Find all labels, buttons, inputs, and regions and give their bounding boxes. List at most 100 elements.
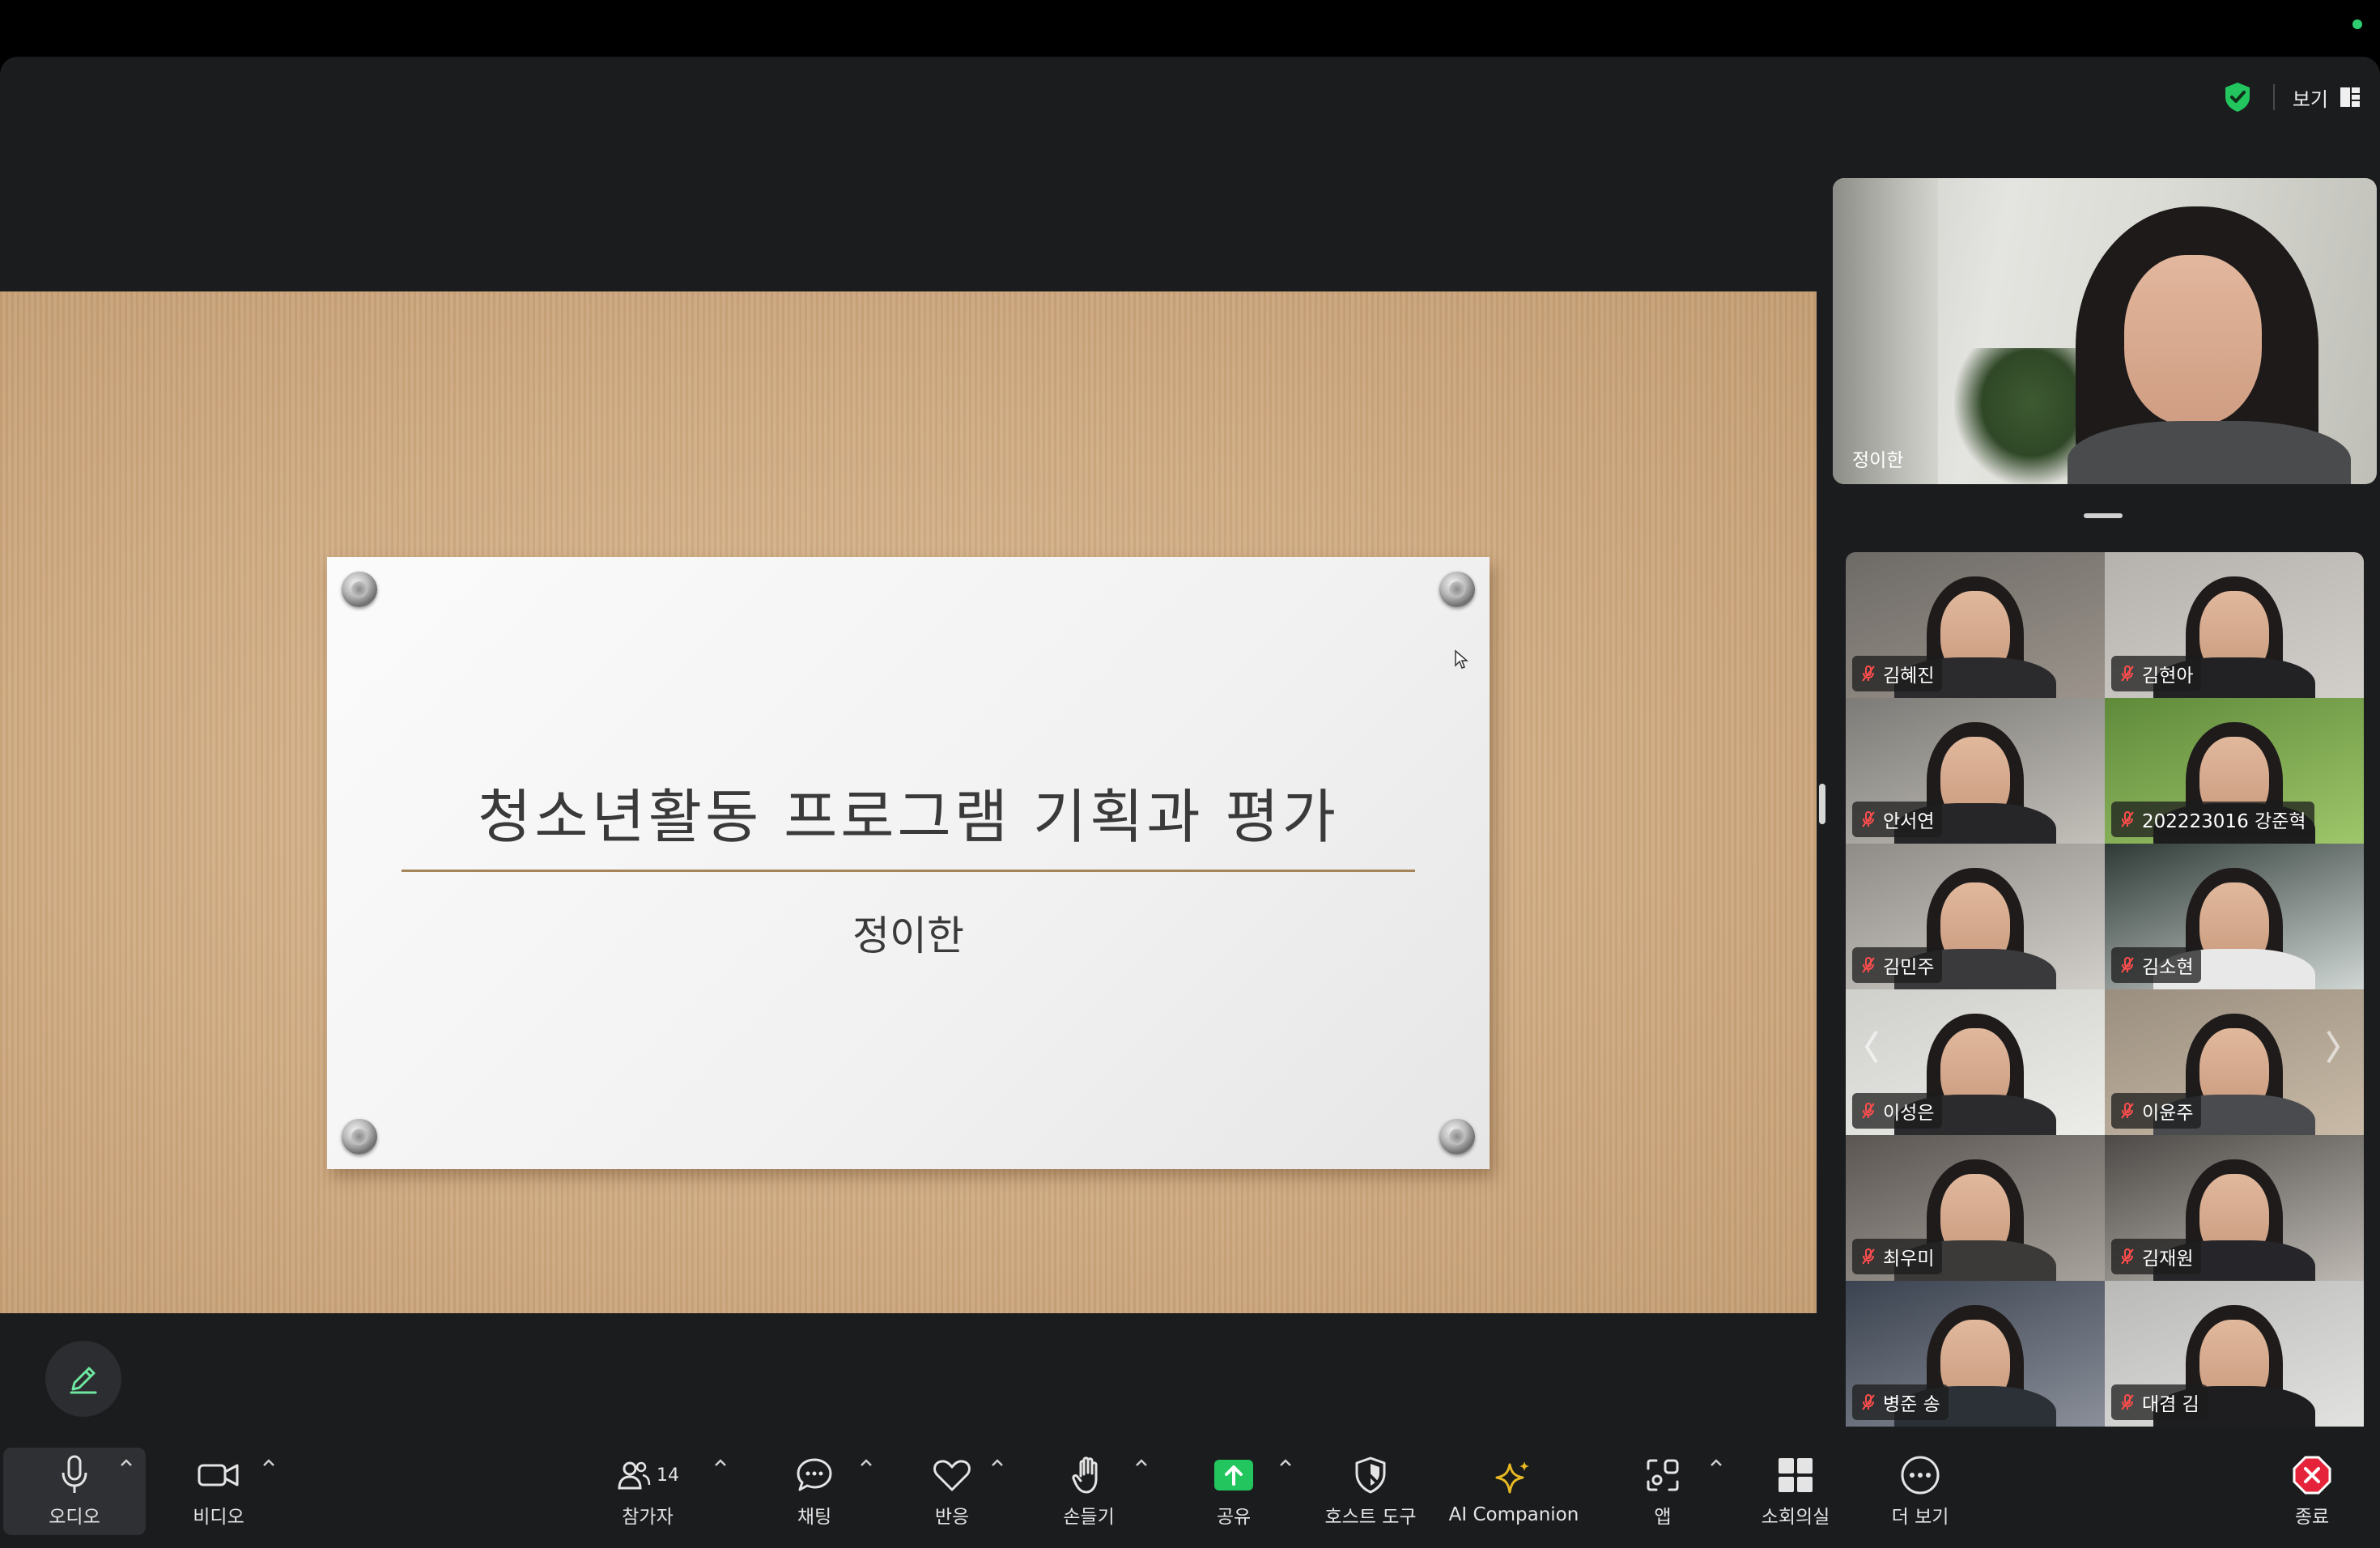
participant-name: 이성은	[1883, 1103, 1935, 1124]
ai-companion-label: AI Companion	[1448, 1504, 1579, 1525]
active-speaker-video[interactable]: 정이한	[1833, 178, 2377, 484]
video-button[interactable]: 비디오	[170, 1448, 267, 1535]
annotate-button[interactable]	[45, 1341, 121, 1417]
video-label: 비디오	[193, 1507, 244, 1528]
slide-divider	[402, 870, 1415, 872]
audio-label: 오디오	[49, 1507, 100, 1528]
participant-tile[interactable]: 202223016 강준혁	[2105, 698, 2364, 844]
share-options-caret-icon[interactable]	[1277, 1457, 1294, 1469]
participant-name: 대겸 김	[2142, 1394, 2199, 1415]
participant-tile[interactable]: 김혜진	[1846, 552, 2105, 698]
rivet-icon	[342, 1119, 377, 1155]
mic-muted-icon	[1862, 1103, 1875, 1119]
top-right-controls: 보기	[2220, 79, 2361, 115]
participant-name: 이윤주	[2142, 1103, 2194, 1124]
apps-button[interactable]: 앱	[1622, 1448, 1703, 1535]
shared-screen: 청소년활동 프로그램 기획과 평가 정이한	[0, 291, 1817, 1313]
participant-name: 최우미	[1883, 1248, 1935, 1269]
participant-name: 김혜진	[1883, 666, 1935, 687]
participant-name: 김재원	[2142, 1248, 2194, 1269]
participant-name-tag: 대겸 김	[2111, 1384, 2208, 1420]
participants-icon: 14	[607, 1454, 688, 1496]
rivet-icon	[1439, 1119, 1475, 1155]
audio-options-caret-icon[interactable]	[118, 1457, 134, 1469]
more-button[interactable]: 더 보기	[1880, 1448, 1961, 1535]
participant-tile[interactable]: 이성은	[1846, 989, 2105, 1135]
pencil-icon	[70, 1367, 97, 1394]
mic-muted-icon	[2121, 666, 2134, 682]
gallery-drag-handle[interactable]	[2084, 513, 2123, 518]
video-options-caret-icon[interactable]	[261, 1457, 277, 1469]
host-tools-button[interactable]: 호스트 도구	[1316, 1448, 1425, 1535]
participant-name-tag: 김민주	[1852, 947, 1943, 983]
apps-icon	[1640, 1454, 1685, 1496]
end-close-icon	[2289, 1454, 2335, 1496]
participants-options-caret-icon[interactable]	[712, 1457, 729, 1469]
rivet-icon	[1439, 572, 1475, 607]
speaker-name: 정이한	[1852, 450, 1904, 471]
slide-card: 청소년활동 프로그램 기획과 평가 정이한	[327, 557, 1490, 1169]
raise-hand-button[interactable]: 손들기	[1044, 1448, 1133, 1535]
slide-subtitle: 정이한	[852, 912, 964, 959]
slide-title: 청소년활동 프로그램 기획과 평가	[477, 783, 1340, 851]
gallery-prev-chevron-icon[interactable]	[1862, 1027, 1881, 1067]
participant-tile[interactable]: 병준 송	[1846, 1281, 2105, 1427]
apps-options-caret-icon[interactable]	[1708, 1457, 1724, 1469]
host-shield-icon	[1348, 1454, 1393, 1496]
heart-icon	[929, 1454, 975, 1496]
reactions-options-caret-icon[interactable]	[989, 1457, 1005, 1469]
status-dot-icon	[2352, 19, 2362, 29]
participant-name: 김소현	[2142, 957, 2194, 978]
participants-label: 참가자	[622, 1507, 674, 1528]
panel-resize-handle[interactable]	[1819, 784, 1825, 824]
participant-tile[interactable]: 안서연	[1846, 698, 2105, 844]
meeting-toolbar: 오디오 비디오 14 참가자 채팅 반응 손들기 공유 호스트 도구 AI Co…	[0, 1433, 2380, 1548]
mic-muted-icon	[2121, 1394, 2134, 1410]
security-shield-icon[interactable]	[2220, 79, 2255, 115]
chat-options-caret-icon[interactable]	[858, 1457, 874, 1469]
participant-name-tag: 202223016 강준혁	[2111, 802, 2314, 837]
speaker-background	[1833, 178, 1938, 484]
participant-name: 김민주	[1883, 957, 1935, 978]
raise-hand-icon	[1066, 1454, 1111, 1496]
divider	[2272, 84, 2275, 110]
mic-muted-icon	[1862, 957, 1875, 973]
participant-tile[interactable]: 김현아	[2105, 552, 2364, 698]
view-button[interactable]: 보기	[2293, 83, 2361, 112]
participant-name: 안서연	[1883, 811, 1935, 832]
video-camera-icon	[196, 1454, 241, 1496]
chat-bubble-icon	[792, 1454, 837, 1496]
end-label: 종료	[2294, 1507, 2330, 1528]
ai-companion-button[interactable]: AI Companion	[1447, 1448, 1580, 1535]
reactions-button[interactable]: 반응	[912, 1448, 992, 1535]
participant-name-tag: 김소현	[2111, 947, 2202, 983]
rivet-icon	[342, 572, 377, 607]
participant-name: 병준 송	[1883, 1394, 1940, 1415]
participant-tile[interactable]: 김민주	[1846, 844, 2105, 989]
breakout-rooms-button[interactable]: 소회의실	[1752, 1448, 1839, 1535]
chat-button[interactable]: 채팅	[774, 1448, 855, 1535]
participants-count: 14	[657, 1465, 679, 1486]
raise-hand-options-caret-icon[interactable]	[1133, 1457, 1150, 1469]
speaker-avatar	[2068, 421, 2351, 484]
participant-name-tag: 병준 송	[1852, 1384, 1949, 1420]
participant-name: 202223016 강준혁	[2142, 811, 2306, 832]
end-meeting-button[interactable]: 종료	[2272, 1448, 2352, 1535]
ai-sparkle-icon	[1491, 1457, 1536, 1499]
participant-tile[interactable]: 대겸 김	[2105, 1281, 2364, 1427]
share-button[interactable]: 공유	[1193, 1448, 1274, 1535]
host-tools-label: 호스트 도구	[1324, 1507, 1417, 1528]
participant-name-tag: 최우미	[1852, 1239, 1943, 1274]
share-label: 공유	[1216, 1507, 1252, 1528]
mic-muted-icon	[1862, 1248, 1875, 1265]
gallery-next-chevron-icon[interactable]	[2323, 1027, 2343, 1067]
participant-name: 김현아	[2142, 666, 2194, 687]
participants-button[interactable]: 14 참가자	[606, 1448, 690, 1535]
participant-tile[interactable]: 김재원	[2105, 1135, 2364, 1281]
participant-tile[interactable]: 김소현	[2105, 844, 2364, 989]
participant-gallery: 김혜진 김현아안서연 202223016 강준혁김민주 김소현이성은 이윤주최우미 김재원…	[1846, 552, 2364, 1482]
participant-tile[interactable]: 최우미	[1846, 1135, 2105, 1281]
mic-muted-icon	[2121, 957, 2134, 973]
mouse-cursor-icon	[1455, 649, 1468, 669]
system-menubar	[0, 0, 2380, 57]
